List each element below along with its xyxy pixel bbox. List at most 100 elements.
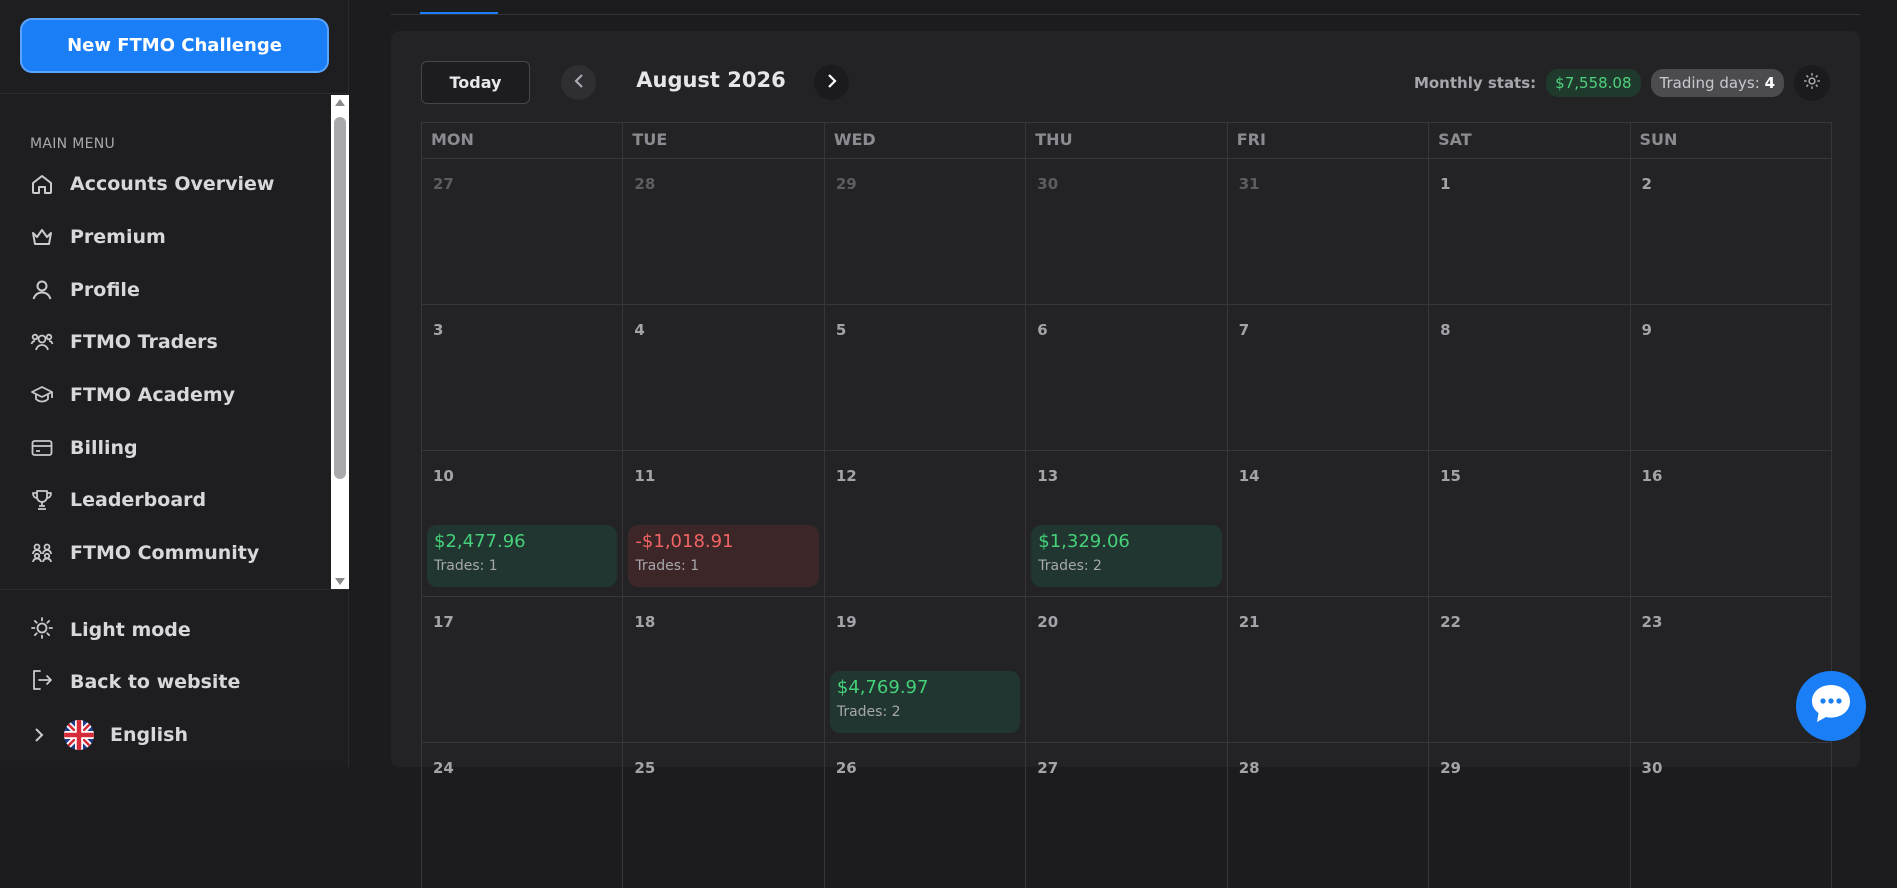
back-to-website-label: Back to website bbox=[70, 671, 241, 693]
day-number: 16 bbox=[1641, 467, 1663, 485]
calendar-day-cell[interactable]: 28 bbox=[1228, 743, 1430, 888]
sidebar: New FTMO Challenge MAIN MENU Accounts Ov… bbox=[0, 0, 349, 767]
calendar-day-cell[interactable]: 29 bbox=[1429, 743, 1631, 888]
day-number: 8 bbox=[1440, 321, 1451, 339]
calendar-day-cell[interactable]: 1 bbox=[1429, 159, 1631, 304]
calendar-day-cell[interactable]: 31 bbox=[1228, 159, 1430, 304]
tab-bar-border bbox=[391, 14, 1860, 15]
daily-profit-card[interactable]: $1,329.06 Trades: 2 bbox=[1031, 525, 1222, 587]
calendar-day-cell[interactable]: 27 bbox=[422, 159, 624, 304]
calendar-day-cell[interactable]: 10 $2,477.96 Trades: 1 bbox=[422, 451, 624, 596]
day-number: 24 bbox=[433, 759, 454, 777]
calendar-week-row: 10 $2,477.96 Trades: 1 11 -$1,018.91 Trades: … bbox=[421, 450, 1832, 596]
calendar-day-cell[interactable]: 11 -$1,018.91 Trades: 1 bbox=[623, 451, 825, 596]
day-number: 19 bbox=[835, 613, 857, 631]
calendar-day-cell[interactable]: 30 bbox=[1631, 743, 1831, 888]
sidebar-item-profile[interactable]: Profile bbox=[30, 272, 320, 308]
day-number: 12 bbox=[835, 467, 857, 485]
calendar-grid: MON TUE WED THU FRI SAT SUN 27 28 29 30 31 1 2 3 4 5 6 7 8… bbox=[421, 122, 1832, 888]
uk-flag-icon bbox=[64, 720, 94, 750]
calendar-settings-button[interactable] bbox=[1794, 65, 1830, 101]
day-number: 5 bbox=[835, 321, 847, 339]
calendar-day-cell[interactable]: 18 bbox=[623, 597, 825, 742]
day-number: 29 bbox=[1440, 759, 1461, 777]
day-number: 18 bbox=[634, 613, 656, 631]
crown-icon bbox=[30, 225, 54, 249]
today-button[interactable]: Today bbox=[421, 61, 530, 104]
calendar-day-cell[interactable]: 20 bbox=[1026, 597, 1228, 742]
monthly-pnl-badge: $7,558.08 bbox=[1546, 69, 1641, 97]
daily-profit-card[interactable]: $4,769.97 Trades: 2 bbox=[829, 671, 1021, 733]
calendar-day-cell[interactable]: 30 bbox=[1026, 159, 1228, 304]
scroll-thumb[interactable] bbox=[334, 117, 346, 479]
weekday-header: SAT bbox=[1429, 123, 1631, 158]
sidebar-item-leaderboard[interactable]: Leaderboard bbox=[30, 482, 320, 518]
day-number: 13 bbox=[1037, 467, 1059, 485]
sidebar-item-label: Leaderboard bbox=[70, 489, 207, 511]
calendar-day-cell[interactable]: 7 bbox=[1228, 305, 1430, 450]
chat-bubble-icon bbox=[1808, 682, 1854, 730]
day-number: 30 bbox=[1641, 759, 1663, 777]
sidebar-item-ftmo-community[interactable]: FTMO Community bbox=[30, 535, 320, 571]
calendar-day-cell[interactable]: 8 bbox=[1429, 305, 1631, 450]
main-menu: MAIN MENU Accounts Overview Premium Prof… bbox=[0, 94, 349, 589]
calendar-week-row: 24 25 26 27 28 29 30 bbox=[421, 742, 1832, 888]
language-selector[interactable]: English bbox=[30, 718, 188, 752]
sidebar-item-accounts-overview[interactable]: Accounts Overview bbox=[30, 166, 320, 202]
daily-trades-count: Trades: 2 bbox=[836, 704, 901, 720]
day-number: 26 bbox=[835, 759, 857, 777]
calendar-day-cell[interactable]: 25 bbox=[623, 743, 825, 888]
calendar-day-cell[interactable]: 17 bbox=[422, 597, 624, 742]
light-mode-toggle[interactable]: Light mode bbox=[30, 613, 191, 647]
calendar-day-cell[interactable]: 16 bbox=[1631, 451, 1831, 596]
day-number: 1 bbox=[1440, 175, 1451, 193]
calendar-day-cell[interactable]: 2 bbox=[1631, 159, 1831, 304]
calendar-day-cell[interactable]: 4 bbox=[623, 305, 825, 450]
sun-icon bbox=[30, 616, 54, 644]
calendar-day-cell[interactable]: 9 bbox=[1631, 305, 1831, 450]
sidebar-item-label: FTMO Academy bbox=[70, 384, 236, 406]
weekday-header: THU bbox=[1026, 123, 1228, 158]
day-number: 9 bbox=[1641, 321, 1652, 339]
day-number: 6 bbox=[1037, 321, 1048, 339]
sidebar-item-label: FTMO Community bbox=[70, 542, 260, 564]
scroll-down-arrow-icon[interactable] bbox=[335, 578, 345, 585]
calendar-day-cell[interactable]: 29 bbox=[825, 159, 1027, 304]
trading-days-label: Trading days: bbox=[1659, 74, 1760, 92]
sidebar-item-ftmo-traders[interactable]: FTMO Traders bbox=[30, 324, 320, 360]
menu-heading: MAIN MENU bbox=[30, 136, 116, 152]
calendar-day-cell[interactable]: 24 bbox=[422, 743, 624, 888]
sidebar-item-label: Billing bbox=[70, 437, 138, 459]
previous-month-button[interactable] bbox=[561, 65, 596, 100]
weekday-header: WED bbox=[825, 123, 1027, 158]
calendar-day-cell[interactable]: 15 bbox=[1429, 451, 1631, 596]
calendar-day-cell[interactable]: 6 bbox=[1026, 305, 1228, 450]
calendar-day-cell[interactable]: 21 bbox=[1228, 597, 1430, 742]
sidebar-item-billing[interactable]: Billing bbox=[30, 430, 320, 466]
sidebar-item-premium[interactable]: Premium bbox=[30, 219, 320, 255]
calendar-day-cell[interactable]: 3 bbox=[422, 305, 624, 450]
sidebar-item-ftmo-academy[interactable]: FTMO Academy bbox=[30, 377, 320, 413]
scroll-up-arrow-icon[interactable] bbox=[335, 99, 345, 106]
day-number: 11 bbox=[634, 467, 656, 485]
sidebar-scrollbar[interactable] bbox=[331, 95, 349, 589]
next-month-button[interactable] bbox=[814, 65, 849, 100]
calendar-day-cell[interactable]: 5 bbox=[825, 305, 1027, 450]
calendar-day-cell[interactable]: 27 bbox=[1026, 743, 1228, 888]
calendar-day-cell[interactable]: 28 bbox=[623, 159, 825, 304]
calendar-day-cell[interactable]: 12 bbox=[825, 451, 1027, 596]
calendar-day-cell[interactable]: 26 bbox=[825, 743, 1027, 888]
calendar-day-cell[interactable]: 19 $4,769.97 Trades: 2 bbox=[825, 597, 1027, 742]
daily-pnl-amount: $1,329.06 bbox=[1038, 531, 1130, 552]
new-challenge-button[interactable]: New FTMO Challenge bbox=[20, 18, 329, 73]
chat-button[interactable] bbox=[1796, 671, 1866, 741]
daily-loss-card[interactable]: -$1,018.91 Trades: 1 bbox=[628, 525, 819, 587]
back-to-website-link[interactable]: Back to website bbox=[30, 665, 240, 699]
calendar-toolbar: Today August 2026 Monthly stats: $7,558.… bbox=[421, 61, 1830, 105]
calendar-day-cell[interactable]: 13 $1,329.06 Trades: 2 bbox=[1026, 451, 1228, 596]
calendar-day-cell[interactable]: 22 bbox=[1429, 597, 1631, 742]
calendar-day-cell[interactable]: 14 bbox=[1228, 451, 1430, 596]
sidebar-item-label: Premium bbox=[70, 226, 166, 248]
daily-profit-card[interactable]: $2,477.96 Trades: 1 bbox=[427, 525, 618, 587]
chevron-right-icon bbox=[826, 73, 838, 93]
